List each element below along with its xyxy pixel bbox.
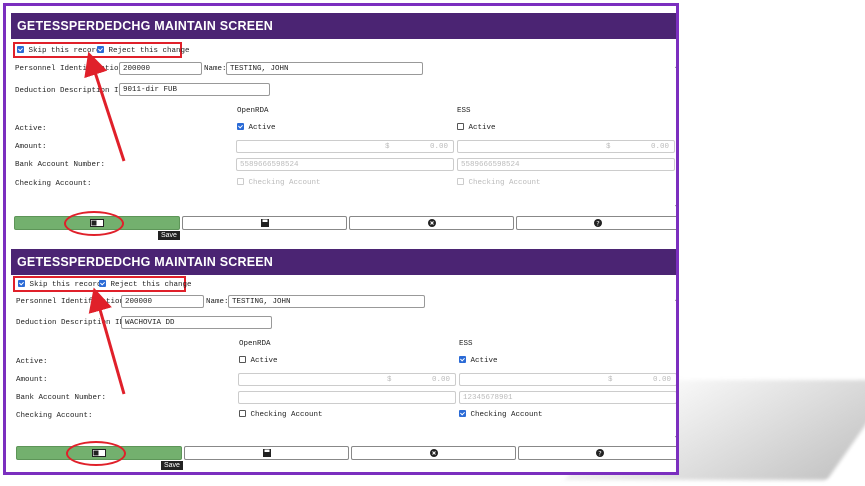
screenshot-frame: GETESSPERDEDCHG MAINTAIN SCREEN Skip thi… — [3, 3, 679, 475]
annotation-arrows — [84, 51, 126, 395]
pointer-arrow-2 — [88, 287, 126, 395]
pointer-arrow-1 — [84, 51, 126, 162]
